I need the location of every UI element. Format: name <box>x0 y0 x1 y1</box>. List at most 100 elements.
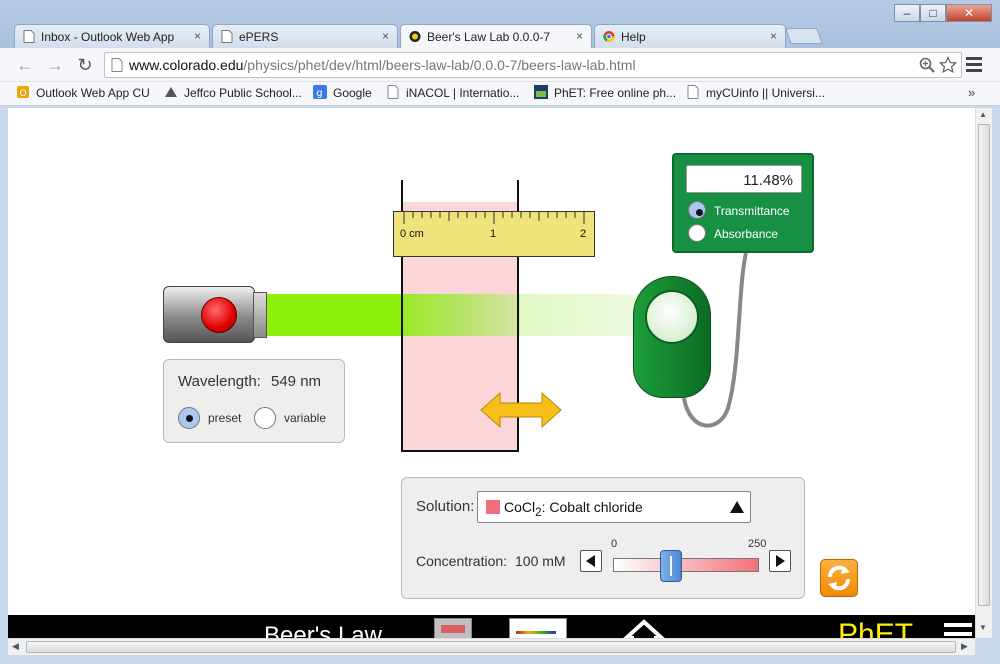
light-source-nozzle <box>253 292 267 338</box>
horizontal-scroll-thumb[interactable] <box>26 641 956 653</box>
scroll-down-icon[interactable]: ▼ <box>979 623 987 632</box>
page-icon <box>111 58 123 72</box>
transmittance-radio[interactable] <box>688 201 706 219</box>
concentration-slider-track[interactable] <box>613 558 759 572</box>
url-host: www.colorado.edu <box>129 57 244 73</box>
absorbance-radio[interactable] <box>688 224 706 242</box>
meter-value-display: 11.48% <box>686 165 802 193</box>
bookmark-label: Google <box>333 86 372 100</box>
bookmark-mycuinfo[interactable]: myCUinfo || Universi... <box>686 85 825 100</box>
forward-icon[interactable]: → <box>44 54 66 76</box>
tab-title: ePERS <box>239 30 279 44</box>
reload-icon[interactable]: ↻ <box>74 54 96 76</box>
vertical-scroll-thumb[interactable] <box>978 124 990 606</box>
scroll-left-icon[interactable]: ◀ <box>12 641 19 652</box>
bookmark-jeffco[interactable]: Jeffco Public School... <box>164 86 302 100</box>
triangle-up-icon <box>730 501 744 513</box>
solution-color-swatch <box>486 500 500 514</box>
bookmark-label: Outlook Web App CU <box>36 86 150 100</box>
detector-probe[interactable] <box>633 276 711 398</box>
tab-close-icon[interactable]: × <box>770 29 777 43</box>
vertical-scrollbar[interactable]: ▲ ▼ <box>975 108 992 638</box>
bookmarks-overflow-button[interactable]: » <box>968 85 975 100</box>
scroll-up-icon[interactable]: ▲ <box>979 110 987 119</box>
browser-toolbar: ← → ↻ www.colorado.edu/physics/phet/dev/… <box>0 48 1000 82</box>
bookmark-outlook[interactable]: O Outlook Web App CU <box>16 86 150 100</box>
solution-label: Solution: <box>416 498 475 515</box>
new-tab-button[interactable] <box>785 28 823 44</box>
light-beam-incident <box>260 294 410 336</box>
ruler-label-0: 0 cm <box>400 228 424 240</box>
bookmark-phet[interactable]: PhET: Free online ph... <box>534 85 677 100</box>
meter-body: 11.48% Transmittance Absorbance <box>672 153 814 253</box>
home-icon[interactable] <box>620 616 668 638</box>
sim-content: 0 cm 1 2 Wavelength: 549 nm preset varia… <box>8 108 975 638</box>
menu-icon[interactable] <box>966 57 982 72</box>
tab-title: Inbox - Outlook Web App <box>41 30 175 44</box>
bookmark-star-icon[interactable] <box>939 56 957 74</box>
url-path: /physics/phet/dev/html/beers-law-lab/0.0… <box>243 57 636 73</box>
reset-icon <box>828 565 850 591</box>
concentration-increment-button[interactable] <box>769 550 791 572</box>
screen-thumbnail-1-icon[interactable] <box>434 618 472 638</box>
solution-select[interactable]: CoCl2: Cobalt chloride <box>477 491 751 523</box>
wavelength-value: 549 nm <box>271 373 322 390</box>
ruler-label-1: 1 <box>490 228 497 240</box>
phet-menu-icon[interactable] <box>944 623 972 636</box>
back-icon[interactable]: ← <box>14 54 36 76</box>
bookmark-label: PhET: Free online ph... <box>554 86 677 100</box>
tab-title: Help <box>621 30 646 44</box>
zoom-icon[interactable] <box>919 57 935 73</box>
tab-strip: Inbox - Outlook Web App × ePERS × Beer's… <box>0 0 1000 49</box>
maximize-button[interactable]: □ <box>920 4 946 22</box>
minimize-button[interactable]: – <box>894 4 920 22</box>
page-icon <box>687 85 699 99</box>
variable-radio[interactable] <box>254 407 276 429</box>
concentration-label: Concentration: <box>416 553 508 569</box>
phet-logo[interactable]: PhET <box>838 618 913 638</box>
arrow-right-icon <box>776 555 785 567</box>
tab-outlook[interactable]: Inbox - Outlook Web App × <box>14 24 210 48</box>
ruler[interactable]: 0 cm 1 2 <box>393 211 595 257</box>
concentration-slider-thumb[interactable] <box>660 550 683 582</box>
drag-cuvette-arrow-icon[interactable] <box>480 391 562 429</box>
tab-close-icon[interactable]: × <box>576 29 583 43</box>
screen-thumbnail-2-icon[interactable] <box>509 618 567 638</box>
light-toggle-button[interactable] <box>201 297 237 333</box>
light-source <box>163 286 255 343</box>
bookmark-label: myCUinfo || Universi... <box>706 86 825 100</box>
bookmark-inacol[interactable]: iNACOL | Internatio... <box>386 85 519 100</box>
arrow-left-icon <box>586 555 595 567</box>
jeffco-icon <box>165 87 177 97</box>
ruler-label-2: 2 <box>580 228 587 240</box>
tab-close-icon[interactable]: × <box>382 29 389 43</box>
transmittance-label: Transmittance <box>714 204 790 218</box>
tab-close-icon[interactable]: × <box>194 29 201 43</box>
address-bar[interactable]: www.colorado.edu/physics/phet/dev/html/b… <box>104 52 962 78</box>
solution-formula: CoCl <box>504 499 536 515</box>
variable-label: variable <box>284 411 327 425</box>
horizontal-scrollbar[interactable]: ◀ ▶ <box>8 638 975 655</box>
wavelength-panel: Wavelength: 549 nm preset variable <box>163 359 345 443</box>
reset-all-button[interactable] <box>820 559 858 597</box>
absorbance-label: Absorbance <box>714 227 779 241</box>
phet-favicon-icon <box>409 31 421 42</box>
slider-min-label: 0 <box>611 538 618 550</box>
tab-help[interactable]: Help × <box>594 24 786 48</box>
preset-label: preset <box>208 411 242 425</box>
outlook-icon: O <box>17 86 29 99</box>
solution-name: : Cobalt chloride <box>541 499 643 515</box>
scroll-right-icon[interactable]: ▶ <box>961 641 968 652</box>
page-icon <box>23 30 35 43</box>
close-window-button[interactable]: ✕ <box>946 4 992 22</box>
browser-window: Inbox - Outlook Web App × ePERS × Beer's… <box>0 0 1000 664</box>
detector-sensor <box>645 290 699 344</box>
concentration-value: 100 mM <box>515 553 566 569</box>
tab-beers-law-lab[interactable]: Beer's Law Lab 0.0.0-7 × <box>400 24 592 49</box>
preset-radio[interactable] <box>178 407 200 429</box>
solution-select-value: CoCl2: Cobalt chloride <box>504 499 643 519</box>
concentration-decrement-button[interactable] <box>580 550 602 572</box>
bookmark-google[interactable]: g Google <box>313 85 372 100</box>
slider-max-label: 250 <box>748 538 767 550</box>
tab-epers[interactable]: ePERS × <box>212 24 398 48</box>
